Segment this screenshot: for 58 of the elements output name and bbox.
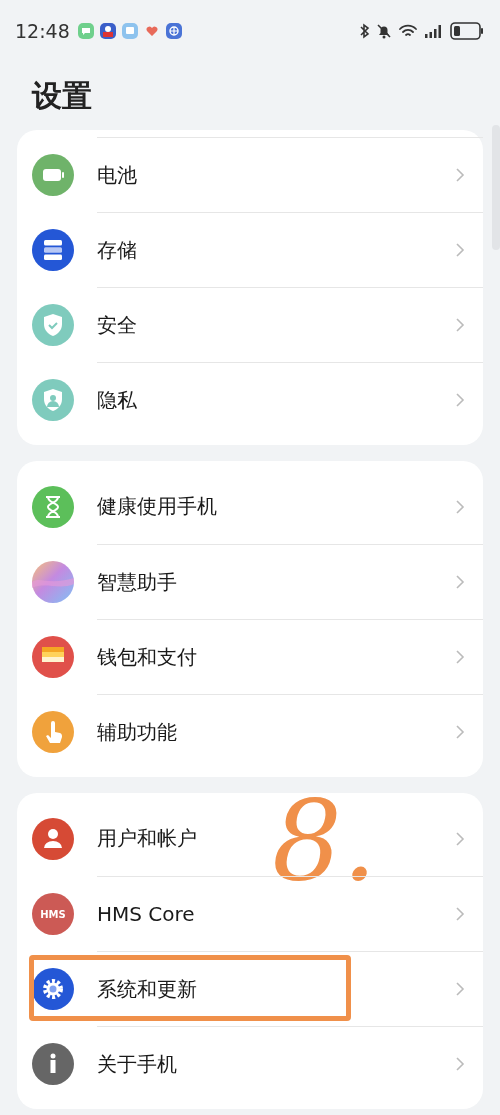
item-label: 存储 [97, 236, 138, 264]
chevron-right-icon [455, 317, 465, 333]
chevron-right-icon [455, 981, 465, 997]
settings-item[interactable]: 系统和更新 [17, 951, 483, 1026]
gradient-orb-icon [32, 560, 74, 603]
chevron-right-icon [455, 830, 465, 847]
settings-item[interactable]: 健康使用手机 [17, 469, 483, 544]
settings-item[interactable]: 智慧助手 [17, 544, 483, 619]
item-label: 智慧助手 [97, 568, 178, 596]
hand-pointer-icon [32, 710, 74, 753]
chevron-right-icon [455, 724, 465, 740]
settings-item[interactable]: 隐私 [17, 362, 483, 437]
status-time: 12:48 [15, 20, 70, 42]
settings-item[interactable]: 安全 [17, 287, 483, 362]
person-icon [32, 817, 74, 860]
settings-item[interactable]: 电池 [17, 137, 483, 212]
globe-icon [165, 23, 182, 39]
settings-icon [32, 967, 74, 1010]
battery-status-icon [450, 22, 484, 40]
chevron-right-icon [455, 1056, 465, 1072]
handwritten-mark: 8. [272, 786, 377, 896]
chevron-right-icon [455, 392, 465, 408]
battery-icon [32, 153, 74, 196]
chevron-right-icon [455, 167, 465, 183]
wifi-icon [398, 23, 418, 39]
item-label: 隐私 [97, 386, 138, 414]
item-label: 关于手机 [97, 1050, 178, 1078]
chevron-right-icon [455, 574, 465, 590]
item-label: 电池 [97, 161, 138, 189]
info-icon [32, 1042, 74, 1085]
chat-icon [77, 23, 94, 39]
chevron-right-icon [455, 498, 465, 515]
chevron-right-icon [455, 649, 465, 665]
item-label: 安全 [97, 311, 138, 339]
item-label: 钱包和支付 [97, 643, 198, 671]
chevron-right-icon [455, 906, 465, 922]
chevron-right-icon [455, 242, 465, 258]
photo-icon [121, 23, 138, 39]
storage-icon [32, 228, 74, 271]
settings-item[interactable]: 辅助功能 [17, 694, 483, 769]
muted-bell-icon [376, 23, 392, 39]
page-title: 设置 [30, 77, 93, 115]
settings-item[interactable]: 存储 [17, 212, 483, 287]
shield-person-icon [32, 378, 74, 421]
settings-item[interactable]: 钱包和支付 [17, 619, 483, 694]
wallet-icon [32, 635, 74, 678]
item-label: 系统和更新 [97, 975, 198, 1003]
bluetooth-icon [360, 23, 370, 39]
app-icon [99, 23, 116, 39]
signal-icon [424, 23, 444, 39]
hms-icon: HMS [32, 892, 74, 935]
shield-check-icon [32, 303, 74, 346]
item-label: HMS Core [97, 902, 196, 926]
hourglass-icon [32, 485, 74, 528]
item-label: 辅助功能 [97, 718, 178, 746]
item-label: 健康使用手机 [97, 493, 218, 520]
settings-item[interactable]: 关于手机 [17, 1026, 483, 1101]
item-label: 用户和帐户 [97, 825, 198, 852]
